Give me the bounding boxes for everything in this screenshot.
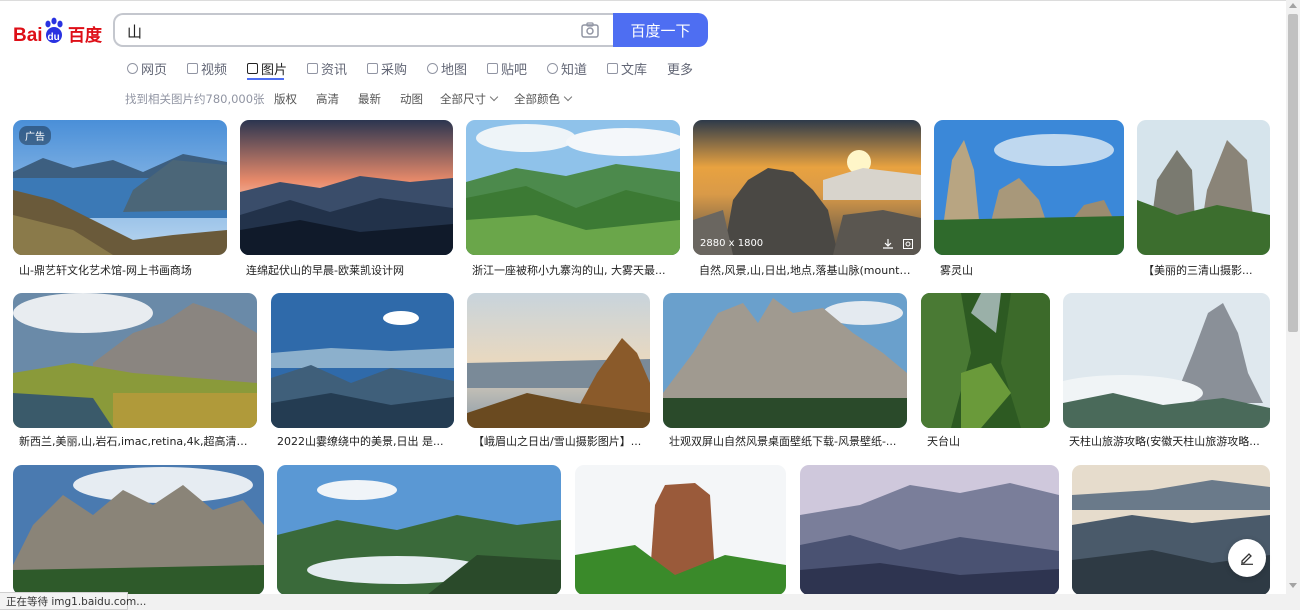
question-icon — [547, 62, 558, 74]
nav-more-label: 更多 — [667, 62, 694, 78]
scroll-down-arrow-icon[interactable] — [1289, 583, 1297, 588]
download-icon[interactable] — [883, 239, 893, 249]
nav-video[interactable]: 视频 — [187, 57, 227, 79]
result-caption[interactable]: 雾灵山 — [940, 262, 1120, 278]
nav-web[interactable]: 网页 — [127, 57, 167, 79]
feedback-edit-button[interactable] — [1228, 539, 1266, 577]
svg-text:Bai: Bai — [13, 25, 43, 46]
result-image[interactable] — [663, 293, 907, 428]
search-icon — [127, 62, 138, 74]
nav-zhidao-label: 知道 — [561, 62, 588, 78]
vertical-scrollbar[interactable] — [1286, 0, 1300, 594]
result-image[interactable] — [13, 293, 257, 428]
search-input[interactable]: 山 — [113, 13, 615, 47]
result-image[interactable] — [271, 293, 454, 428]
result-caption[interactable]: 浙江一座被称小九寨沟的山, 大雾天最... — [472, 262, 676, 278]
result-caption[interactable]: 2022山霎缭绕中的美景,日出 是... — [277, 433, 450, 449]
ad-badge: 广告 — [19, 126, 51, 145]
result-caption[interactable]: 壮观双屏山自然风景桌面壁纸下载-风景壁纸-... — [669, 433, 903, 449]
pencil-icon — [1241, 553, 1253, 565]
result-caption[interactable]: 【峨眉山之日出/雪山摄影图片】... — [473, 433, 646, 449]
doc-icon — [607, 62, 618, 74]
purchase-icon — [367, 62, 378, 74]
nav-map[interactable]: 地图 — [427, 57, 467, 79]
map-icon — [427, 62, 438, 74]
filter-bar: 找到相关图片约780,000张 版权 高清 最新 动图 全部尺寸 全部颜色 — [0, 91, 700, 107]
top-border — [0, 0, 1300, 1]
video-icon — [187, 62, 198, 74]
result-caption[interactable]: 自然,风景,山,日出,地点,落基山脉(mountai... — [699, 262, 917, 278]
search-button[interactable]: 百度一下 — [613, 13, 708, 47]
filter-hd[interactable]: 高清 — [316, 91, 339, 107]
filter-color-dropdown[interactable]: 全部颜色 — [514, 91, 573, 107]
result-caption[interactable]: 连绵起伏山的早晨-欧莱凯设计网 — [246, 262, 449, 278]
result-caption[interactable]: 天台山 — [927, 433, 1046, 449]
result-image[interactable] — [467, 293, 650, 428]
result-image[interactable] — [1137, 120, 1270, 255]
nav-wenku-label: 文库 — [621, 62, 648, 78]
tieba-icon — [487, 62, 498, 74]
result-caption[interactable]: 【美丽的三清山摄影... — [1143, 262, 1266, 278]
svg-text:du: du — [48, 32, 60, 43]
nav-purchase[interactable]: 采购 — [367, 57, 407, 79]
baidu-image-search-page: Bai du 百度 山 百度一下 网页 视频 图片 资讯 采购 地图 贴吧 知道… — [0, 0, 1300, 610]
nav-more[interactable]: 更多 — [667, 57, 693, 79]
active-tab-underline — [247, 78, 284, 80]
image-size-label: 2880 x 1800 — [700, 238, 764, 249]
result-image[interactable] — [13, 465, 264, 595]
browser-status-bar: 正在等待 img1.baidu.com... — [0, 592, 146, 610]
filter-size-label: 全部尺寸 — [440, 92, 486, 106]
nav-tieba-label: 贴吧 — [501, 62, 528, 78]
result-image[interactable] — [1063, 293, 1270, 428]
zoom-icon[interactable] — [903, 239, 913, 249]
nav-tieba[interactable]: 贴吧 — [487, 57, 527, 79]
nav-zhidao[interactable]: 知道 — [547, 57, 587, 79]
filter-copyright[interactable]: 版权 — [274, 91, 297, 107]
result-image[interactable] — [277, 465, 561, 595]
svg-text:百度: 百度 — [68, 25, 103, 46]
nav-purchase-label: 采购 — [381, 62, 408, 78]
chevron-down-icon — [489, 92, 499, 102]
result-caption[interactable]: 天柱山旅游攻略(安徽天柱山旅游攻略... — [1069, 433, 1266, 449]
horizontal-scroll-area — [128, 594, 1300, 610]
nav-web-label: 网页 — [141, 62, 168, 78]
chevron-down-icon — [563, 92, 573, 102]
filter-animated[interactable]: 动图 — [400, 91, 423, 107]
nav-map-label: 地图 — [441, 62, 468, 78]
nav-image[interactable]: 图片 — [247, 57, 287, 79]
result-caption[interactable]: 山-鼎艺轩文化艺术馆-网上书画商场 — [19, 262, 223, 278]
camera-icon[interactable] — [581, 22, 599, 38]
result-image[interactable] — [240, 120, 453, 255]
scroll-up-arrow-icon[interactable] — [1289, 3, 1297, 8]
nav-image-label: 图片 — [261, 62, 288, 78]
result-caption[interactable]: 新西兰,美丽,山,岩石,imac,retina,4k,超高清图... — [19, 433, 253, 449]
filter-latest[interactable]: 最新 — [358, 91, 381, 107]
nav-video-label: 视频 — [201, 62, 228, 78]
result-image[interactable] — [921, 293, 1050, 428]
nav-news-label: 资讯 — [321, 62, 348, 78]
news-icon — [307, 62, 318, 74]
scrollbar-thumb[interactable] — [1288, 14, 1298, 332]
result-image[interactable] — [934, 120, 1124, 255]
filter-size-dropdown[interactable]: 全部尺寸 — [440, 91, 499, 107]
nav-wenku[interactable]: 文库 — [607, 57, 647, 79]
result-image[interactable] — [466, 120, 680, 255]
nav-news[interactable]: 资讯 — [307, 57, 347, 79]
image-icon — [247, 62, 258, 74]
result-image[interactable] — [575, 465, 786, 595]
result-count: 找到相关图片约780,000张 — [125, 92, 265, 106]
search-query-text: 山 — [127, 23, 143, 41]
result-image[interactable]: 广告 — [13, 120, 227, 255]
result-image[interactable]: 2880 x 1800 — [693, 120, 921, 255]
result-image[interactable] — [800, 465, 1059, 595]
baidu-logo[interactable]: Bai du 百度 — [13, 15, 103, 49]
filter-color-label: 全部颜色 — [514, 92, 560, 106]
